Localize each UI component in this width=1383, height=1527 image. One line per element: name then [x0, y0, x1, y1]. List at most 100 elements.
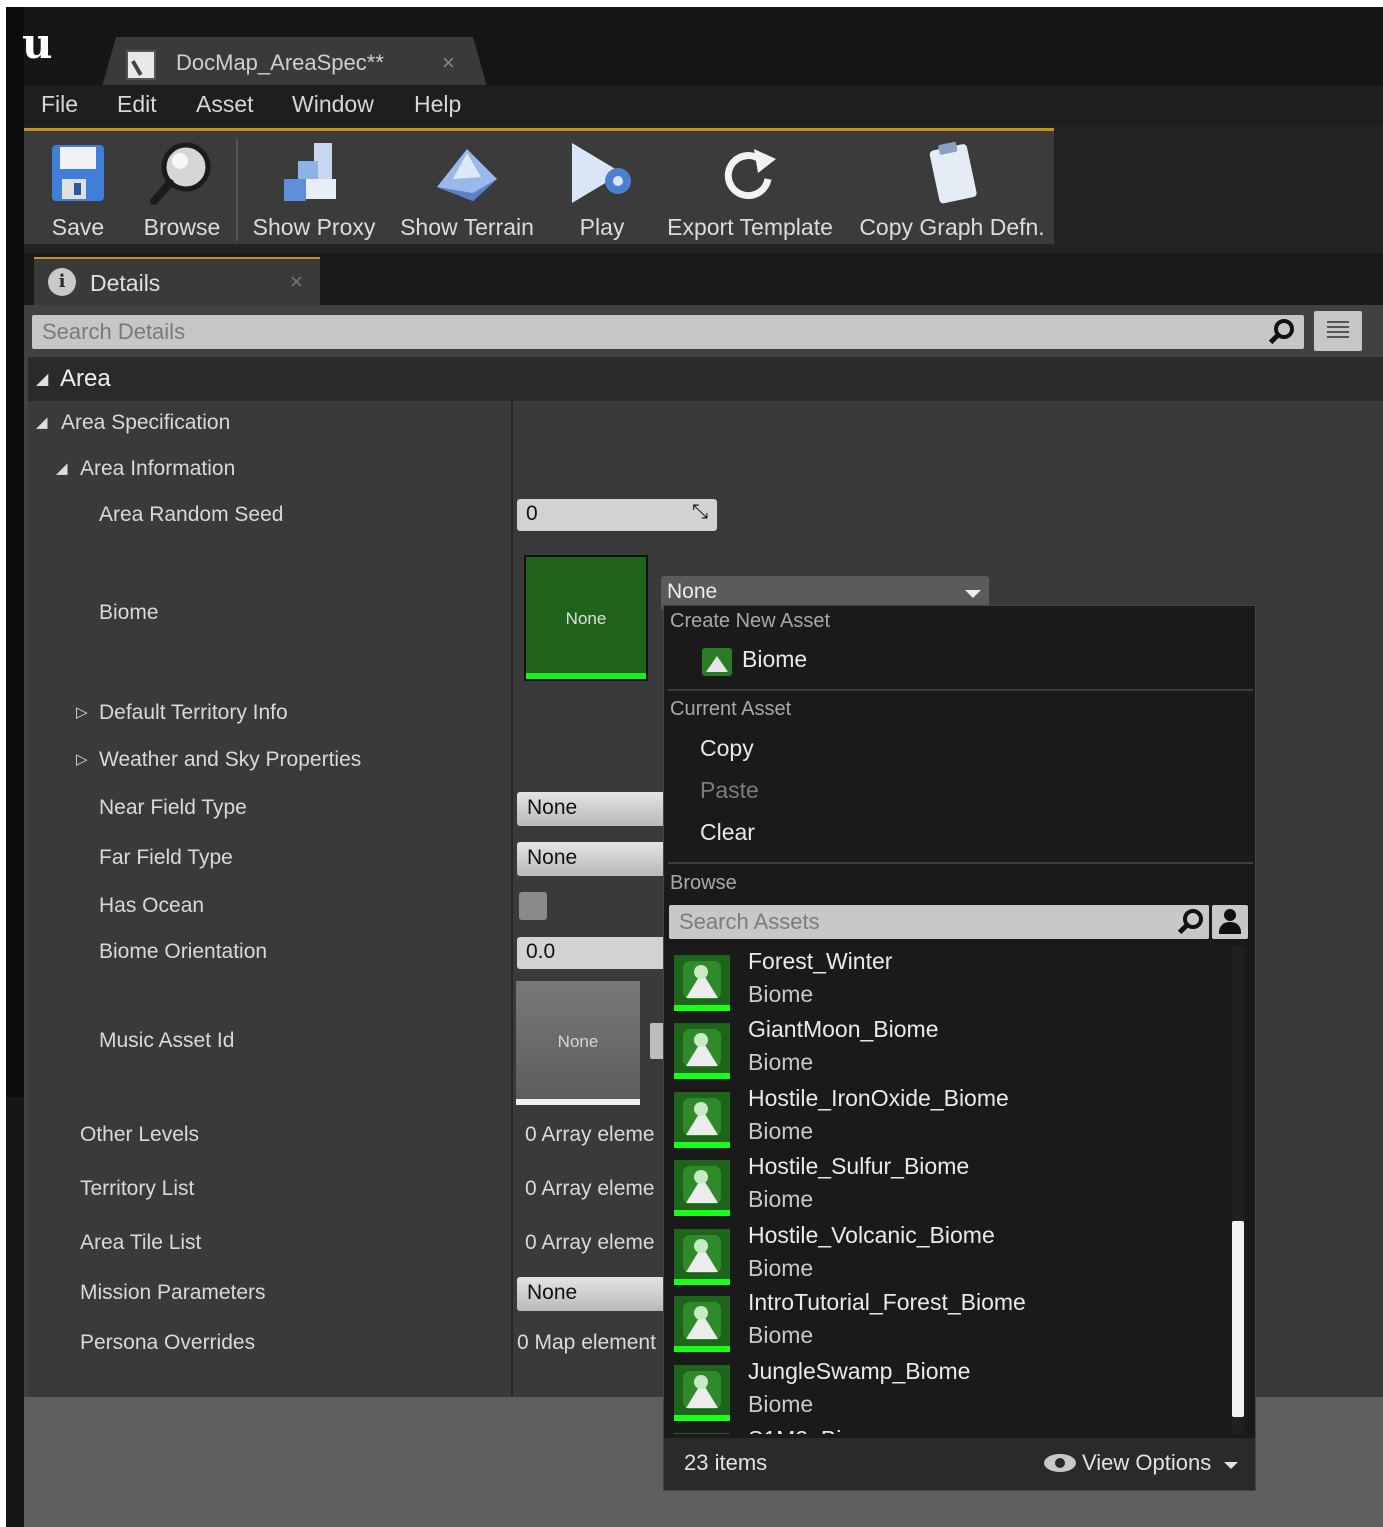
area-spec-asset-icon: [126, 50, 156, 80]
clear-item[interactable]: Clear: [700, 819, 755, 846]
scrollbar-thumb[interactable]: [1232, 1221, 1244, 1417]
asset-name: Hostile_IronOxide_Biome: [748, 1085, 1009, 1111]
music-thumbnail-text: None: [557, 1032, 599, 1051]
browse-label: Browse: [143, 214, 221, 240]
item-count: 23 items: [684, 1450, 768, 1475]
menu-window[interactable]: Window: [292, 91, 374, 118]
category-header-area[interactable]: ◢ Area: [28, 357, 1383, 401]
view-options-button[interactable]: View Options: [1044, 1448, 1244, 1480]
asset-list-item[interactable]: Forest_Winter Biome: [668, 946, 1228, 1015]
asset-list-item[interactable]: GiantMoon_Biome Biome: [668, 1014, 1228, 1083]
toolbar-area: Save Browse Show Proxy Show Terrain Play…: [24, 125, 1383, 253]
toolbar-separator: [236, 139, 238, 241]
menu-help[interactable]: Help: [414, 91, 461, 118]
area-random-seed-input[interactable]: 0 ⤡: [517, 499, 717, 531]
menu-bar: File Edit Asset Window Help: [24, 85, 1383, 125]
asset-name: JungleSwamp_Biome: [748, 1358, 971, 1384]
column-splitter[interactable]: [511, 401, 513, 1397]
export-template-label: Export Template: [667, 214, 833, 240]
document-tab[interactable]: DocMap_AreaSpec** ×: [102, 37, 487, 87]
biome-asset-icon: [674, 1229, 730, 1285]
area-tile-list-value: 0 Array eleme: [525, 1231, 655, 1254]
create-new-asset-heading: Create New Asset: [670, 610, 831, 632]
save-button[interactable]: Save: [30, 131, 126, 247]
asset-type: Biome: [748, 1186, 814, 1212]
other-levels-label: Other Levels: [80, 1123, 200, 1146]
territory-list-label: Territory List: [80, 1177, 195, 1200]
asset-name: IntroTutorial_Forest_Biome: [748, 1289, 1026, 1315]
asset-picker-footer: 23 items View Options: [664, 1438, 1255, 1490]
collapse-arrow-icon[interactable]: ◢: [56, 459, 68, 477]
expand-arrow-icon[interactable]: ▷: [76, 703, 88, 721]
details-tab[interactable]: i Details ×: [34, 257, 320, 305]
paste-item[interactable]: Paste: [700, 777, 759, 804]
mission-parameters-combo[interactable]: None: [517, 1277, 667, 1311]
view-options-label: View Options: [1082, 1450, 1212, 1475]
export-template-button[interactable]: Export Template: [660, 131, 840, 247]
has-ocean-checkbox[interactable]: [519, 892, 547, 920]
terrain-icon: [437, 149, 497, 201]
music-asset-thumbnail[interactable]: None: [516, 981, 640, 1105]
asset-list-item[interactable]: Hostile_Volcanic_Biome Biome: [668, 1220, 1228, 1289]
music-asset-id-label: Music Asset Id: [99, 1029, 235, 1052]
copy-graph-defn-button[interactable]: Copy Graph Defn.: [854, 131, 1050, 247]
menu-asset[interactable]: Asset: [196, 91, 254, 118]
copy-item[interactable]: Copy: [700, 735, 754, 762]
close-tab-icon[interactable]: ×: [290, 269, 303, 295]
current-asset-heading: Current Asset: [670, 698, 792, 720]
asset-list-item[interactable]: S1M2_Biome: [668, 1424, 1228, 1434]
create-biome-item[interactable]: Biome: [742, 646, 807, 673]
clipboard-icon: [929, 141, 977, 204]
search-assets-input[interactable]: [669, 905, 1209, 939]
biome-asset-icon: [674, 955, 730, 1011]
asset-list-item[interactable]: Hostile_Sulfur_Biome Biome: [668, 1151, 1228, 1220]
area-specification-label: Area Specification: [61, 411, 231, 434]
biome-asset-icon: [674, 1296, 730, 1352]
unreal-logo-icon: u: [22, 19, 53, 68]
expand-arrow-icon[interactable]: ▷: [76, 750, 88, 768]
view-options-grid-button[interactable]: [1314, 311, 1362, 351]
menu-file[interactable]: File: [41, 91, 78, 118]
has-ocean-label: Has Ocean: [99, 894, 205, 917]
play-button[interactable]: Play: [552, 131, 652, 247]
biome-thumbnail-text: None: [565, 609, 607, 628]
asset-name: S1M2_Biome: [748, 1426, 886, 1434]
show-proxy-button[interactable]: Show Proxy: [246, 131, 382, 247]
music-asset-combo[interactable]: [650, 1023, 664, 1059]
search-assets-bar: [669, 905, 1209, 939]
menu-edit[interactable]: Edit: [117, 91, 157, 118]
show-terrain-button[interactable]: Show Terrain: [392, 131, 542, 247]
user-filter-icon[interactable]: [1212, 905, 1248, 939]
asset-list-item[interactable]: Hostile_IronOxide_Biome Biome: [668, 1083, 1228, 1152]
biome-asset-icon: [702, 648, 732, 676]
biome-thumbnail[interactable]: None: [524, 555, 648, 681]
area-random-seed-value: 0: [526, 502, 538, 525]
near-field-type-combo[interactable]: None: [517, 792, 667, 826]
collapse-arrow-icon[interactable]: ◢: [36, 413, 48, 431]
persona-overrides-value: 0 Map element: [517, 1331, 656, 1354]
asset-list-item[interactable]: JungleSwamp_Biome Biome: [668, 1356, 1228, 1425]
asset-picker-dropdown: Create New Asset Biome Current Asset Cop…: [663, 605, 1256, 1491]
asset-list-scrollbar[interactable]: [1232, 946, 1244, 1434]
default-territory-info-label: Default Territory Info: [99, 701, 288, 724]
asset-list-item[interactable]: IntroTutorial_Forest_Biome Biome: [668, 1287, 1228, 1356]
near-field-type-label: Near Field Type: [99, 796, 247, 819]
toolbar: Save Browse Show Proxy Show Terrain Play…: [24, 128, 1054, 244]
browse-button[interactable]: Browse: [132, 131, 232, 247]
biome-orientation-input[interactable]: 0.0: [517, 937, 667, 969]
biome-label: Biome: [99, 601, 159, 624]
category-title: Area: [60, 365, 111, 392]
persona-overrides-label: Persona Overrides: [80, 1331, 256, 1354]
biome-asset-icon: [674, 1023, 730, 1079]
separator: [668, 862, 1253, 864]
mission-parameters-value: None: [527, 1281, 578, 1304]
biome-orientation-label: Biome Orientation: [99, 940, 268, 963]
biome-combo-value: None: [667, 580, 718, 603]
far-field-type-combo[interactable]: None: [517, 842, 667, 876]
resize-arrows-icon: ⤡: [692, 501, 708, 523]
other-levels-value: 0 Array eleme: [525, 1123, 655, 1146]
search-details-input[interactable]: [32, 315, 1304, 349]
close-tab-icon[interactable]: ×: [442, 50, 455, 76]
play-gear-icon: [572, 143, 631, 203]
search-icon: [1266, 317, 1296, 347]
